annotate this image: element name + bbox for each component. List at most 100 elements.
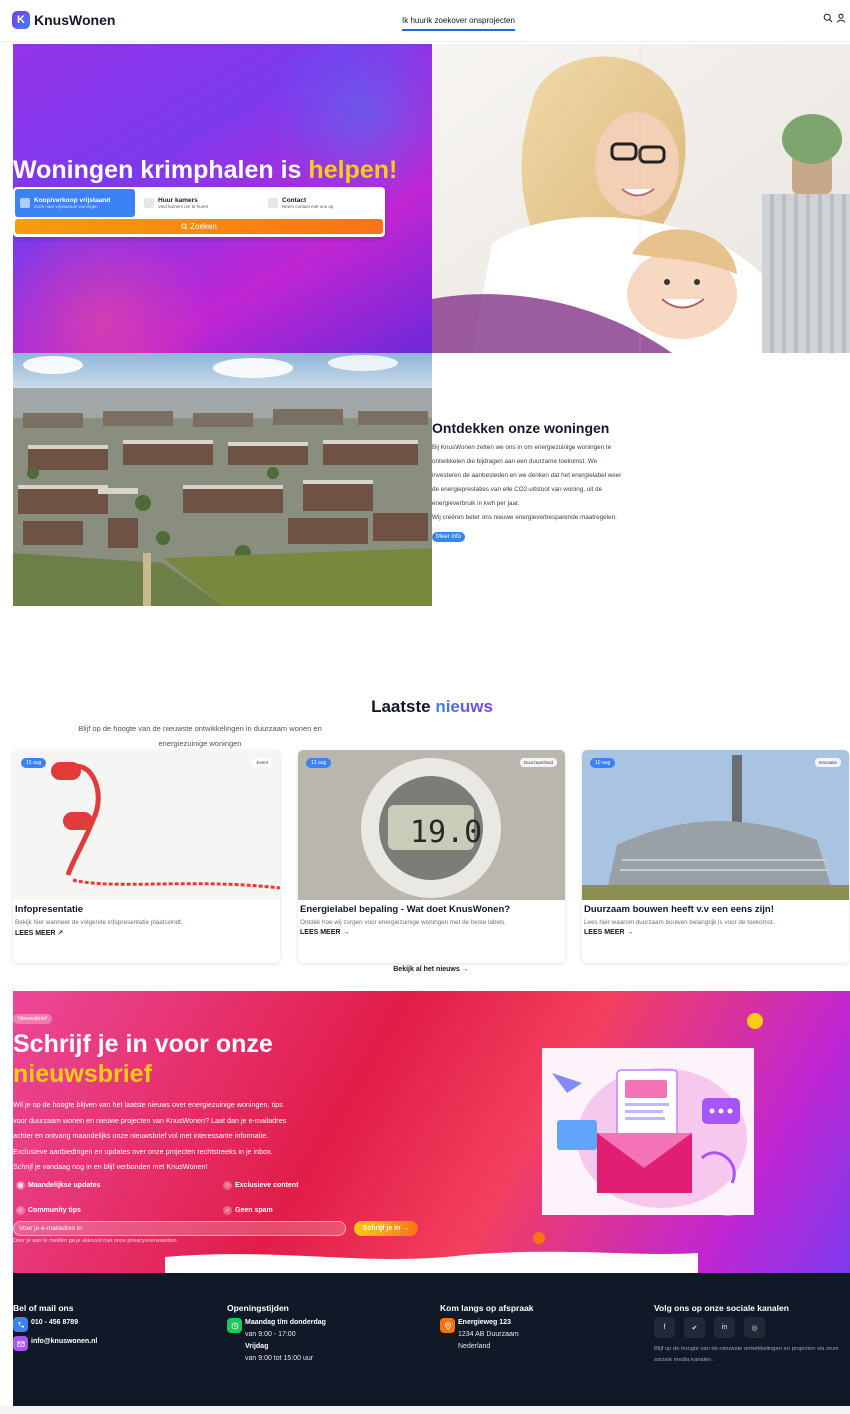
hours-block: Maandag t/m donderdag van 9:00 - 17:00 V… — [227, 1317, 326, 1365]
footer-phone[interactable]: 010 - 456 8789 — [13, 1317, 97, 1332]
search-icon[interactable] — [823, 13, 833, 23]
email-address: info@knuswonen.nl — [31, 1338, 98, 1345]
newsletter-title-highlight: nieuwsbrief — [13, 1060, 152, 1088]
newsletter-line: Wil je op de hoogte blijven van het laat… — [13, 1100, 283, 1109]
all-news-link[interactable]: Bekijk al het nieuws → — [0, 966, 850, 973]
subscribe-button[interactable]: Schrijf je in → — [354, 1221, 418, 1236]
footer-email[interactable]: info@knuswonen.nl — [13, 1336, 97, 1351]
news-card[interactable]: 10 aug Innovatie Duurzaam bouwen heeft v… — [582, 750, 849, 963]
search-tabs: Koop/verkoop vrijstaand Zoek naar vrijsta… — [13, 187, 385, 219]
footer-hours: Openingstijden Maandag t/m donderdag van… — [227, 1303, 326, 1369]
arrow-icon: → — [342, 929, 350, 936]
card-text: Lees hier waarom duurzaam bouwen belangr… — [584, 919, 775, 926]
neighborhood-aerial-photo — [13, 353, 432, 606]
read-more-label: LEES MEER — [300, 929, 341, 936]
logo[interactable]: K KnusWonen — [12, 11, 115, 29]
newsletter-text: Wil je op de hoogte blijven van het laat… — [13, 1097, 423, 1175]
discover-title: Ontdekken onze woningen — [432, 420, 610, 436]
news-card[interactable]: 15 aug Event Infopresentatie Bekijk hier… — [13, 750, 280, 963]
feature-item: ☺ Community tips — [16, 1206, 81, 1215]
nav-link[interactable]: Ik huurik zoekover onsprojecten — [402, 16, 515, 31]
hours-day: Vrijdag — [245, 1343, 269, 1350]
feature-label: Community tips — [28, 1207, 81, 1214]
newsletter-section: Nieuwsbrief Schrijf je in voor onze nieuw… — [13, 991, 850, 1273]
category-badge: Duurzaamheid — [519, 758, 557, 767]
footer-address: Kom langs op afspraak Energieweg 123 123… — [440, 1303, 534, 1357]
chat-icon — [268, 198, 278, 208]
tab-subtitle: Vind kamers om te huren — [158, 204, 209, 209]
site-footer: Bel of mail ons 010 - 456 8789 info@knus… — [13, 1273, 850, 1406]
building-icon — [144, 198, 154, 208]
search-icon — [181, 223, 188, 230]
arrow-icon: → — [461, 966, 469, 973]
address-city: 1234 AB Duurzaam — [458, 1331, 519, 1338]
footer-heading: Bel of mail ons — [13, 1303, 74, 1313]
discover-line: investeren de aanbesteden en we denken d… — [432, 472, 622, 479]
newsletter-title-line: Schrijf je in voor onze — [13, 1030, 273, 1058]
footer-heading: Volg ons op onze sociale kanalen — [654, 1303, 789, 1313]
read-more-link[interactable]: LEES MEER ↗ — [15, 929, 278, 937]
nav-actions — [823, 13, 846, 23]
newsletter-line: Exclusieve aanbiedingen en updates over … — [13, 1146, 273, 1156]
newsletter-line: Schrijf je vandaag nog in en blijf verbo… — [13, 1162, 208, 1171]
social-note: Blijf op de hoogte van de nieuwste ontwi… — [654, 1346, 839, 1363]
linkedin-icon[interactable]: in — [714, 1317, 735, 1338]
tab-title: Huur kamers — [158, 197, 198, 204]
footer-social: Volg ons op onze sociale kanalen f ✔ in … — [654, 1303, 850, 1366]
top-navbar: K KnusWonen Ik huurik zoekover onsprojec… — [0, 0, 850, 42]
tab-title: Koop/verkoop vrijstaand — [34, 197, 111, 204]
feature-item: ✓ Geen spam — [223, 1206, 273, 1215]
card-body: Energielabel bepaling - Wat doet KnusWon… — [298, 900, 565, 940]
privacy-note: Door je aan te melden ga je akkoord met … — [13, 1238, 177, 1244]
address-block: Energieweg 123 1234 AB Duurzaam Nederlan… — [440, 1317, 534, 1353]
date-badge: 12 aug — [306, 758, 332, 768]
discover-text: Bij KnusWonen zetten we ons in om energi… — [432, 441, 722, 525]
user-icon[interactable] — [836, 13, 846, 23]
mail-icon — [13, 1336, 28, 1351]
check-icon: ✓ — [223, 1206, 232, 1215]
building-image: 10 aug Innovatie — [582, 750, 849, 900]
arrow-icon: ↗ — [57, 930, 64, 937]
instagram-icon[interactable]: ◎ — [744, 1317, 765, 1338]
feature-label: Exclusieve content — [235, 1182, 299, 1189]
search-button[interactable]: Zoeken — [15, 219, 383, 234]
arrow-icon: → — [626, 929, 634, 936]
news-subtitle-line: energiezuinige woningen — [158, 739, 242, 748]
read-more-link[interactable]: LEES MEER → — [584, 929, 847, 936]
arrow-icon: → — [402, 1225, 410, 1232]
discover-line: Bij KnusWonen zetten we ons in om energi… — [432, 444, 612, 451]
newsletter-line: voor duurzaam wonen en nieuwe projecten … — [13, 1115, 287, 1125]
news-title: Laatste nieuws — [0, 697, 850, 717]
card-text: Ontdek hoe wij zorgen voor energiezuinig… — [300, 919, 507, 926]
tab-rent-rooms[interactable]: Huur kamers Vind kamers om te huren — [139, 189, 259, 217]
search-widget: Koop/verkoop vrijstaand Zoek naar vrijsta… — [13, 187, 385, 237]
read-more-label: LEES MEER — [15, 930, 56, 937]
tab-buy-sell[interactable]: Koop/verkoop vrijstaand Zoek naar vrijsta… — [15, 189, 135, 217]
feature-item: ▦ Maandelijkse updates — [16, 1181, 100, 1190]
email-input[interactable]: Voer je e-mailadres in — [13, 1221, 346, 1236]
more-info-button[interactable]: Meer info — [432, 532, 466, 542]
twitter-icon[interactable]: ✔ — [684, 1317, 705, 1338]
news-title-highlight: nieuws — [435, 697, 493, 716]
phone-icon — [13, 1317, 28, 1332]
card-body: Infopresentatie Bekijk hier wanneer de v… — [13, 900, 280, 941]
feature-item: ☆ Exclusieve content — [223, 1181, 298, 1190]
date-badge: 15 aug — [21, 758, 47, 768]
main-nav: Ik huurik zoekover onsprojecten — [402, 16, 515, 31]
star-icon: ☆ — [223, 1181, 232, 1190]
tab-contact[interactable]: Contact Neem contact met ons op — [263, 189, 383, 217]
card-title: Duurzaam bouwen heeft v.v een eens zijn! — [584, 904, 774, 915]
hero-banner: Woningen krimphalen is helpen! Koop/verk… — [13, 44, 432, 353]
discover-line: Wij creëren beter ons nieuwe energieverb… — [432, 514, 617, 521]
logo-icon: K — [12, 11, 30, 29]
social-links: f ✔ in ◎ — [654, 1317, 850, 1338]
facebook-icon[interactable]: f — [654, 1317, 675, 1338]
newsletter-badge: Nieuwsbrief — [13, 1014, 52, 1024]
news-card[interactable]: 12 aug Duurzaamheid 19.0 Energielabel be… — [298, 750, 565, 963]
address-country: Nederland — [458, 1343, 491, 1350]
footer-heading: Openingstijden — [227, 1303, 289, 1313]
brand-name: KnusWonen — [34, 12, 116, 28]
newsletter-line: achter en ontvang maandelijks onze nieuw… — [13, 1131, 269, 1140]
read-more-link[interactable]: LEES MEER → — [300, 929, 563, 936]
location-icon — [440, 1318, 455, 1333]
